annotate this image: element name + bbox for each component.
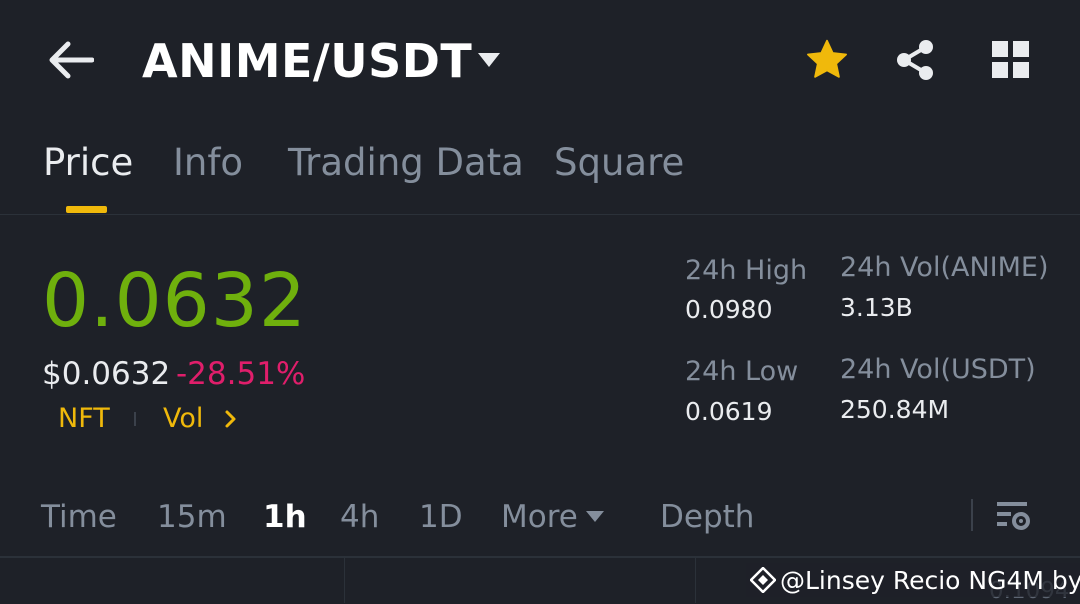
vol-tag[interactable]: Vol bbox=[163, 403, 203, 434]
tab-price[interactable]: Price bbox=[43, 141, 133, 184]
back-arrow-icon[interactable] bbox=[48, 40, 94, 80]
vol-base-24h-value: 3.13B bbox=[840, 293, 913, 322]
depth-tab[interactable]: Depth bbox=[660, 499, 754, 535]
caret-down-icon[interactable] bbox=[476, 50, 502, 70]
share-icon[interactable] bbox=[893, 38, 937, 82]
tag-separator bbox=[134, 412, 136, 426]
tab-info[interactable]: Info bbox=[173, 141, 243, 184]
vol-quote-24h-value: 250.84M bbox=[840, 395, 950, 424]
interval-1h[interactable]: 1h bbox=[263, 499, 307, 535]
chart-settings-icon[interactable] bbox=[995, 498, 1031, 534]
low-24h-label: 24h Low bbox=[685, 356, 799, 387]
last-price: 0.0632 bbox=[42, 258, 307, 344]
nft-tag[interactable]: NFT bbox=[58, 403, 110, 434]
binance-logo-icon bbox=[750, 567, 776, 593]
chart-gridline bbox=[695, 558, 696, 603]
tab-square[interactable]: Square bbox=[554, 141, 684, 184]
high-24h-label: 24h High bbox=[685, 255, 808, 286]
grid-icon[interactable] bbox=[991, 40, 1031, 80]
high-24h-value: 0.0980 bbox=[685, 295, 773, 324]
chevron-right-icon[interactable] bbox=[224, 409, 238, 429]
interval-4h[interactable]: 4h bbox=[340, 499, 379, 535]
watermark-text: @Linsey Recio NG4M by... bbox=[780, 565, 1080, 595]
pair-title[interactable]: ANIME/USDT bbox=[142, 34, 472, 88]
price-change-percent: -28.51% bbox=[176, 356, 306, 392]
chart-gridline bbox=[344, 558, 345, 603]
usd-price: $0.0632 bbox=[42, 356, 171, 392]
interval-separator bbox=[971, 499, 973, 531]
vol-base-24h-label: 24h Vol(ANIME) bbox=[840, 252, 1049, 283]
interval-more[interactable]: More bbox=[501, 499, 578, 535]
interval-15m[interactable]: 15m bbox=[157, 499, 227, 535]
low-24h-value: 0.0619 bbox=[685, 397, 773, 426]
tab-divider bbox=[0, 214, 1080, 215]
interval-1d[interactable]: 1D bbox=[419, 499, 463, 535]
vol-quote-24h-label: 24h Vol(USDT) bbox=[840, 354, 1036, 385]
chart-top-border bbox=[0, 556, 1080, 558]
active-tab-indicator bbox=[66, 206, 107, 213]
interval-time[interactable]: Time bbox=[41, 499, 117, 535]
more-caret-down-icon[interactable] bbox=[585, 509, 605, 523]
tab-trading-data[interactable]: Trading Data bbox=[288, 141, 524, 184]
star-icon[interactable] bbox=[804, 38, 850, 82]
watermark: @Linsey Recio NG4M by... bbox=[746, 563, 1080, 597]
